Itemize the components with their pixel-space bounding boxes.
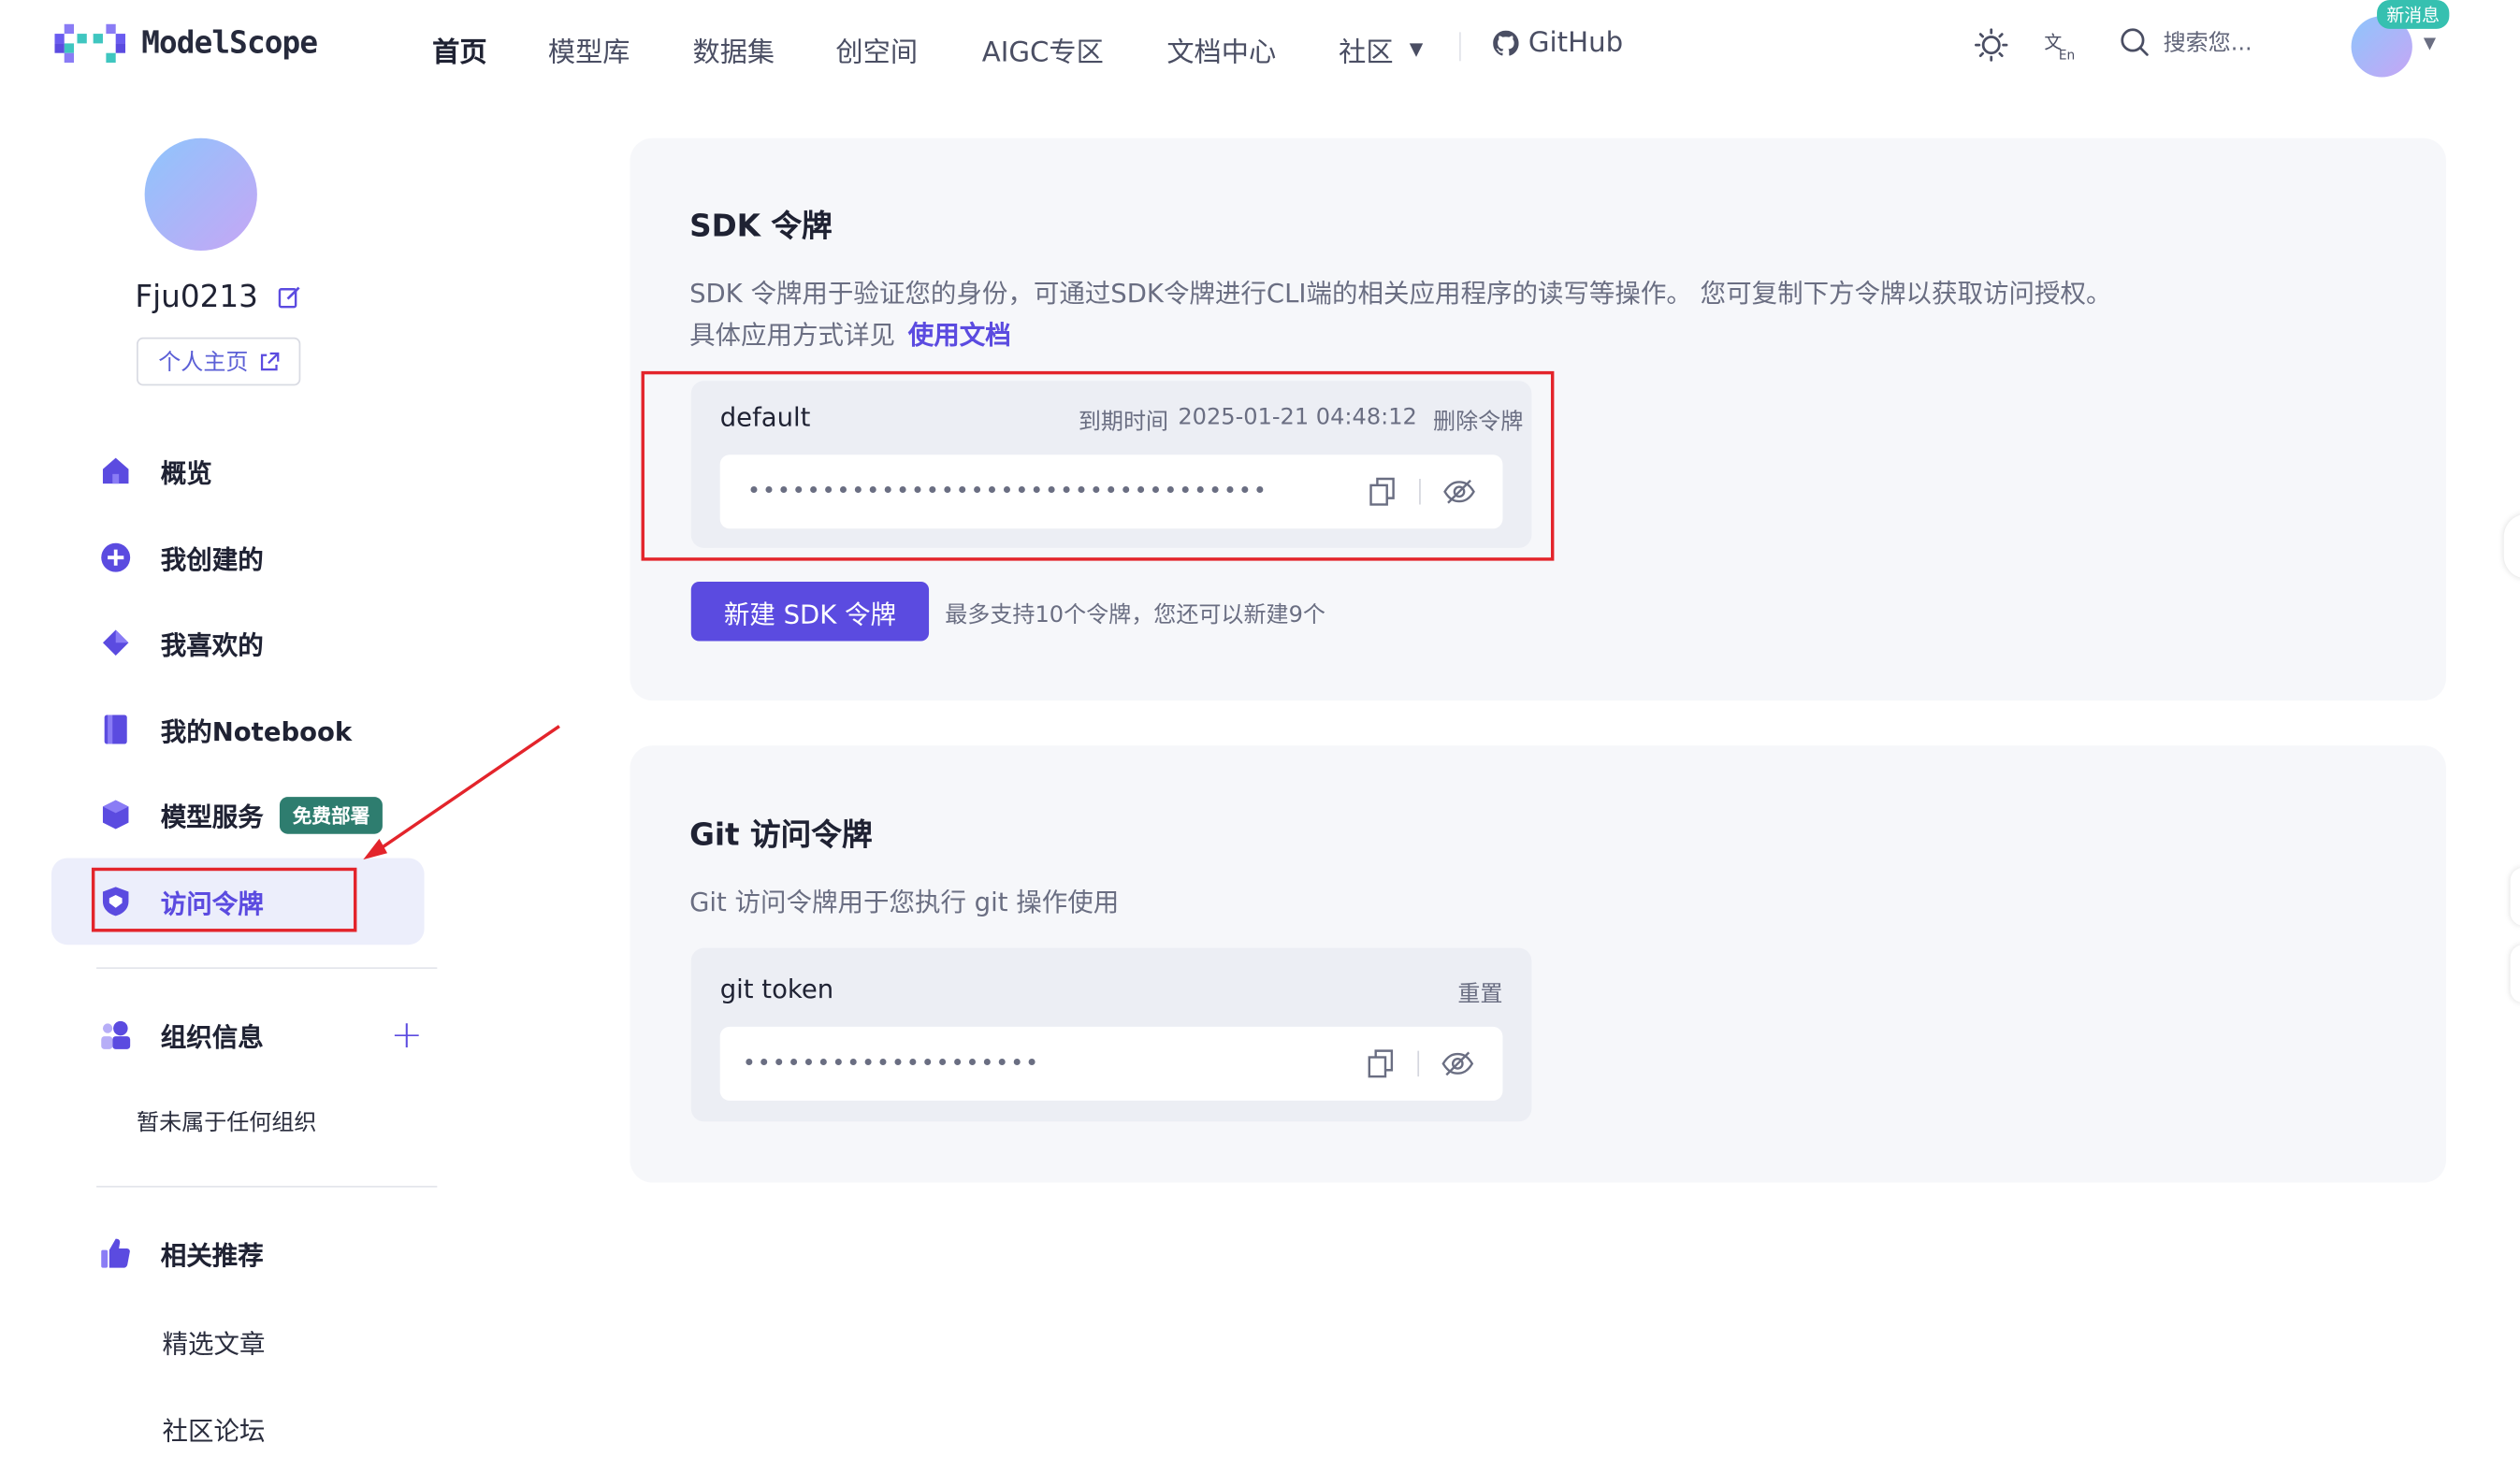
git-token-field[interactable]: •••••••••••••••••••• xyxy=(719,1026,1503,1101)
git-description: Git 访问令牌用于您执行 git 操作使用 xyxy=(689,887,1120,918)
sidebar-item-model-service[interactable]: 模型服务 免费部署 xyxy=(100,794,383,836)
recommend-title: 相关推荐 xyxy=(160,1240,264,1272)
plus-circle-icon xyxy=(101,542,131,572)
new-message-badge[interactable]: 新消息 xyxy=(2377,0,2450,29)
sidebar-item-label: 我喜欢的 xyxy=(160,629,264,661)
sidebar-item-created[interactable]: 我创建的 xyxy=(100,537,264,579)
logo[interactable]: ModelScope xyxy=(54,21,318,65)
git-token-name: git token xyxy=(719,974,834,1004)
annotation-box-sidebar xyxy=(91,867,357,932)
org-empty-text: 暂未属于任何组织 xyxy=(137,1110,317,1136)
sdk-doc-line: 具体应用方式详见 使用文档 xyxy=(689,313,1011,352)
github-icon xyxy=(1493,30,1519,56)
sidebar-item-label: 模型服务 xyxy=(160,801,264,832)
nav-home[interactable]: 首页 xyxy=(432,29,486,69)
new-sdk-token-button[interactable]: 新建 SDK 令牌 xyxy=(690,581,930,642)
avatar-caret-icon[interactable]: ▼ xyxy=(2424,36,2436,53)
personal-home-label: 个人主页 xyxy=(158,350,249,377)
nav-aigc[interactable]: AIGC专区 xyxy=(982,29,1104,69)
username-text: Fju0213 xyxy=(135,279,258,315)
thumbs-up-icon xyxy=(101,1238,130,1268)
floating-edge-button[interactable] xyxy=(2510,867,2520,926)
reset-token-button[interactable]: 重置 xyxy=(1457,977,1502,1009)
doc-link[interactable]: 使用文档 xyxy=(908,313,1011,352)
edit-icon[interactable] xyxy=(278,286,300,309)
language-switch-icon[interactable]: 文 En xyxy=(2041,27,2077,63)
copy-icon[interactable] xyxy=(1365,1047,1397,1079)
sidebar-item-overview[interactable]: 概览 xyxy=(100,450,212,492)
search-placeholder: 搜索您... xyxy=(2163,30,2252,57)
sidebar-item-label: 我创建的 xyxy=(160,544,264,576)
cube-icon xyxy=(102,800,129,830)
field-separator xyxy=(1417,1050,1420,1077)
sidebar-item-notebook[interactable]: 我的Notebook xyxy=(100,709,353,751)
home-icon xyxy=(102,457,129,484)
sidebar-item-label: 概览 xyxy=(160,457,212,489)
eye-off-icon[interactable] xyxy=(1441,1047,1474,1079)
search-icon xyxy=(2121,28,2149,56)
external-link-icon xyxy=(260,352,279,370)
sdk-title: SDK 令牌 xyxy=(689,209,833,245)
sdk-doc-prefix: 具体应用方式详见 xyxy=(689,319,896,351)
theme-sun-icon[interactable] xyxy=(1974,27,2009,63)
floating-edge-button[interactable] xyxy=(2510,945,2520,1003)
annotation-box-token xyxy=(641,370,1555,561)
profile-username: Fju0213 xyxy=(135,280,299,315)
search-box[interactable]: 搜索您... xyxy=(2118,25,2252,57)
token-limit-hint: 最多支持10个令牌，您还可以新建9个 xyxy=(945,602,1325,628)
sidebar-divider xyxy=(96,967,438,970)
git-title: Git 访问令牌 xyxy=(689,817,873,854)
sidebar-link-forum[interactable]: 社区论坛 xyxy=(163,1409,266,1448)
sidebar-recommend-header: 相关推荐 xyxy=(100,1233,264,1275)
nav-github[interactable]: GitHub xyxy=(1493,27,1624,60)
notebook-icon xyxy=(104,714,127,744)
svg-text:En: En xyxy=(2059,49,2075,63)
nav-community[interactable]: 社区 ▼ xyxy=(1339,29,1423,69)
profile-avatar xyxy=(144,137,257,252)
diamond-icon xyxy=(102,629,129,656)
nav-models[interactable]: 模型库 xyxy=(548,29,630,69)
sdk-description: SDK 令牌用于验证您的身份，可通过SDK令牌进行CLI端的相关应用程序的读写等… xyxy=(689,278,2112,309)
sidebar-item-label: 我的Notebook xyxy=(160,716,353,747)
free-deploy-badge: 免费部署 xyxy=(279,796,383,833)
personal-home-button[interactable]: 个人主页 xyxy=(137,337,301,386)
github-label: GitHub xyxy=(1528,27,1624,60)
organization-icon xyxy=(101,1020,131,1049)
nav-datasets[interactable]: 数据集 xyxy=(693,29,775,69)
sidebar-item-liked[interactable]: 我喜欢的 xyxy=(100,622,264,664)
git-token-masked: •••••••••••••••••••• xyxy=(742,1050,1040,1077)
nav-community-label: 社区 xyxy=(1339,36,1394,69)
add-organization-icon[interactable]: + xyxy=(390,1012,423,1057)
logo-text: ModelScope xyxy=(141,25,318,62)
org-title: 组织信息 xyxy=(160,1021,264,1053)
nav-divider xyxy=(1459,32,1461,62)
sidebar-divider xyxy=(96,1185,438,1188)
nav-docs[interactable]: 文档中心 xyxy=(1166,29,1276,69)
sidebar-org-header: 组织信息 xyxy=(100,1014,264,1056)
modelscope-logo-icon xyxy=(54,23,126,64)
sidebar-link-articles[interactable]: 精选文章 xyxy=(163,1322,266,1361)
caret-down-icon: ▼ xyxy=(1409,38,1424,60)
floating-edge-button[interactable] xyxy=(2503,513,2520,579)
nav-studios[interactable]: 创空间 xyxy=(835,29,918,69)
